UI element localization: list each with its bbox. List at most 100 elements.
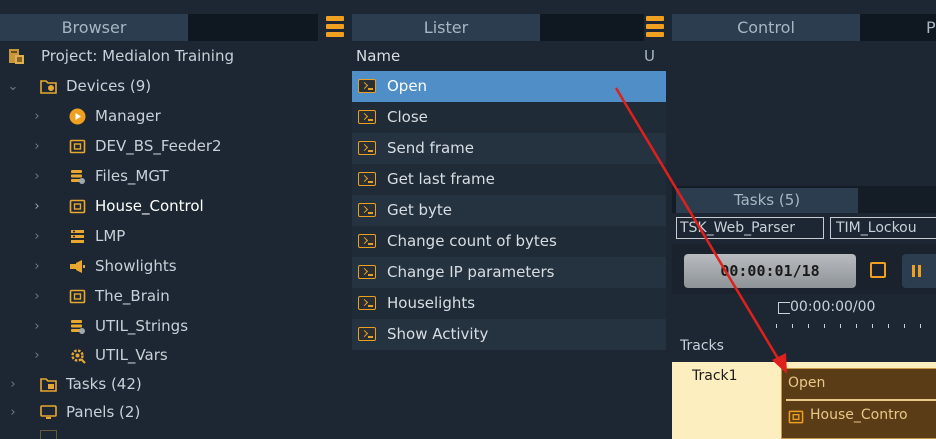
cue-divider [786, 399, 936, 401]
browser-header-spacer [188, 14, 318, 41]
lister-item-change-ip-parameters[interactable]: Change IP parameters [352, 257, 666, 288]
chevron-right-icon[interactable]: › [30, 282, 44, 311]
task-tab-tim-lockout[interactable]: TIM_Lockou [830, 217, 936, 239]
browser-panel: Browser Project: Medialon Training ⌄ Dev… [0, 0, 350, 439]
tree-item-devices[interactable]: ⌄ Devices (9) [0, 72, 350, 101]
command-icon [358, 265, 376, 279]
project-icon [9, 49, 24, 64]
browser-menu-icon[interactable] [326, 14, 344, 41]
showlights-icon [70, 260, 85, 273]
timecode-value: 00:00:01/18 [720, 262, 820, 280]
lister-item-show-activity[interactable]: Show Activity [352, 319, 666, 350]
chevron-right-icon[interactable]: › [30, 102, 44, 131]
command-icon [358, 110, 376, 124]
lister-item-close[interactable]: Close [352, 102, 666, 133]
tracks-label: Tracks [680, 338, 724, 354]
devices-folder-icon [40, 80, 57, 94]
tree-item-clipped [40, 430, 240, 439]
chevron-right-icon[interactable]: › [30, 312, 44, 341]
playhead-marker-icon[interactable] [778, 302, 790, 314]
lister-item-send-frame[interactable]: Send frame [352, 133, 666, 164]
lister-item-get-byte[interactable]: Get byte [352, 195, 666, 226]
device-icon [69, 139, 86, 154]
control-header[interactable]: Control [672, 14, 860, 41]
tree-label: Project: Medialon Training [41, 47, 235, 65]
command-icon [358, 234, 376, 248]
lister-header-spacer [540, 14, 644, 41]
tree-item-panels[interactable]: › Panels (2) [0, 398, 350, 427]
vars-icon [71, 349, 86, 364]
command-icon [358, 79, 376, 93]
tree-label: Files_MGT [95, 167, 169, 185]
lister-item-label: Change IP parameters [387, 263, 555, 281]
lister-item-label: Houselights [387, 294, 476, 312]
command-icon [358, 296, 376, 310]
pause-button[interactable] [902, 254, 936, 288]
column-u-label: U [644, 47, 655, 65]
column-name-label: Name [356, 47, 401, 65]
tree-item-tasks[interactable]: › Tasks (42) [0, 370, 350, 399]
tree-item-project[interactable]: Project: Medialon Training [0, 42, 350, 71]
lister-item-open[interactable]: Open [352, 71, 666, 102]
tree-item-util-vars[interactable]: › UTIL_Vars [0, 341, 350, 370]
files-icon [71, 170, 85, 184]
command-icon [358, 141, 376, 155]
chevron-right-icon[interactable]: › [30, 341, 44, 370]
panels-icon [40, 405, 57, 419]
lister-column-header[interactable]: Name U [352, 43, 666, 70]
chevron-right-icon[interactable]: › [6, 370, 20, 399]
lister-item-houselights[interactable]: Houselights [352, 288, 666, 319]
chevron-right-icon[interactable]: › [6, 398, 20, 427]
lister-item-label: Close [387, 108, 428, 126]
task-tab-label: TSK_Web_Parser [680, 220, 795, 236]
tree-label: Panels (2) [66, 403, 141, 421]
tree-item-util-strings[interactable]: › UTIL_Strings [0, 312, 350, 341]
tree-item-dev-bs-feeder2[interactable]: › DEV_BS_Feeder2 [0, 132, 350, 161]
tree-item-manager[interactable]: › Manager [0, 102, 350, 131]
tree-item-files-mgt[interactable]: › Files_MGT [0, 162, 350, 191]
loop-checkbox[interactable] [870, 262, 886, 278]
lister-item-change-count-of-bytes[interactable]: Change count of bytes [352, 226, 666, 257]
pause-icon [912, 265, 915, 277]
manager-icon [69, 108, 86, 125]
device-icon [69, 199, 86, 214]
chevron-right-icon[interactable]: › [30, 132, 44, 161]
tree-label: UTIL_Strings [95, 317, 189, 335]
lister-item-label: Open [387, 77, 428, 95]
tree-item-lmp[interactable]: › LMP [0, 222, 350, 251]
lister-menu-icon[interactable] [646, 14, 664, 41]
timeline-ruler: 00:00:00/00 [776, 296, 936, 332]
cue-device-label: House_Contro [810, 407, 908, 423]
chevron-right-icon[interactable]: › [30, 252, 44, 281]
command-icon [358, 327, 376, 341]
lister-header[interactable]: Lister [352, 14, 540, 41]
control-tab-2[interactable]: P [860, 14, 936, 41]
lister-item-label: Get byte [387, 201, 453, 219]
tree-label: UTIL_Vars [95, 346, 168, 364]
tasks-tab[interactable]: Tasks (5) [676, 188, 858, 213]
device-icon [788, 410, 804, 424]
tree-item-house-control[interactable]: › House_Control [0, 192, 350, 221]
chevron-down-icon[interactable]: ⌄ [6, 72, 20, 101]
cue-title: Open [788, 375, 826, 391]
timecode-display[interactable]: 00:00:01/18 [684, 254, 856, 288]
ruler-ticks [776, 324, 936, 328]
chevron-right-icon[interactable]: › [30, 192, 44, 221]
tree-item-the-brain[interactable]: › The_Brain [0, 282, 350, 311]
track-header[interactable]: Track1 [672, 362, 778, 439]
task-tab-web-parser[interactable]: TSK_Web_Parser [676, 217, 824, 239]
lister-item-label: Change count of bytes [387, 232, 557, 250]
tree-label: The_Brain [95, 287, 170, 305]
lister-item-get-last-frame[interactable]: Get last frame [352, 164, 666, 195]
lister-item-label: Show Activity [387, 325, 489, 343]
chevron-right-icon[interactable]: › [30, 222, 44, 251]
tree-item-showlights[interactable]: › Showlights [0, 252, 350, 281]
browser-header[interactable]: Browser [0, 14, 188, 41]
chevron-right-icon[interactable]: › [30, 162, 44, 191]
tree-label: House_Control [95, 197, 204, 215]
track-name: Track1 [692, 368, 738, 384]
tree-label: Showlights [95, 257, 177, 275]
tree-label: Manager [95, 107, 161, 125]
cue-block-open[interactable]: Open House_Contro [781, 368, 936, 439]
command-icon [358, 172, 376, 186]
